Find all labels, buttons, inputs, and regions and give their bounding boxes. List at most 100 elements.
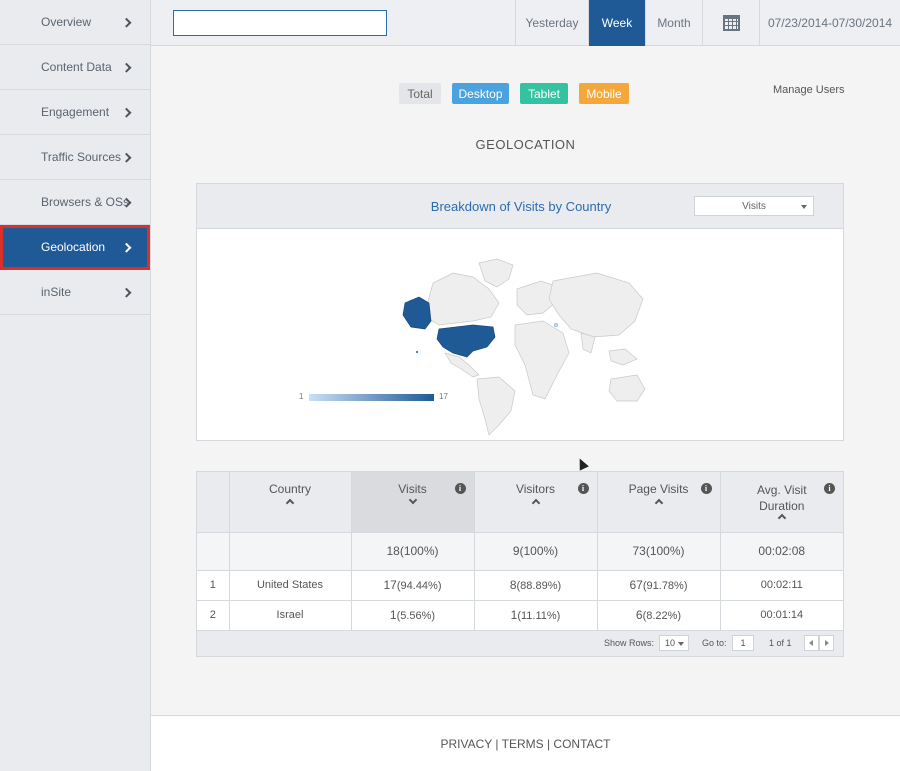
totals-country	[229, 532, 352, 571]
filter-desktop[interactable]: Desktop	[452, 83, 509, 104]
chevron-right-icon	[121, 107, 132, 118]
filter-label: Desktop	[458, 86, 503, 101]
period-month[interactable]: Month	[645, 0, 702, 46]
sidebar-item-browsers-oss[interactable]: Browsers & OSs	[0, 180, 150, 225]
date-range[interactable]: 07/23/2014-07/30/2014	[759, 0, 900, 46]
metric-select[interactable]: Visits	[694, 196, 814, 216]
period-week[interactable]: Week	[588, 0, 645, 46]
map-card: Breakdown of Visits by Country Visits 1 …	[196, 183, 844, 441]
chevron-right-icon	[121, 152, 132, 163]
header-label: Visits	[398, 482, 427, 496]
sidebar-item-overview[interactable]: Overview	[0, 0, 150, 45]
chevron-right-icon	[121, 287, 132, 298]
period-label: Week	[601, 16, 633, 30]
top-bar: Yesterday Week Month 07/23/2014-07/30/20…	[151, 0, 900, 46]
chevron-down-icon	[678, 641, 684, 646]
filter-total[interactable]: Total	[399, 83, 441, 104]
sidebar-item-label: Browsers & OSs	[41, 195, 130, 209]
sidebar-item-label: Overview	[41, 15, 92, 29]
calendar-button[interactable]	[702, 0, 759, 46]
sidebar-item-traffic-sources[interactable]: Traffic Sources	[0, 135, 150, 180]
map-region-mexico	[444, 352, 480, 378]
header-label: Page Visits	[628, 482, 689, 496]
world-map	[402, 258, 646, 436]
sort-down-icon[interactable]	[408, 495, 417, 505]
map-header: Breakdown of Visits by Country Visits	[197, 184, 843, 229]
totals-page-visits: 73(100%)	[597, 532, 721, 571]
header-visits[interactable]: Visits i	[351, 472, 475, 533]
info-icon[interactable]: i	[824, 483, 835, 494]
sidebar-item-engagement[interactable]: Engagement	[0, 90, 150, 135]
cell-percent: (11.11%)	[517, 610, 561, 622]
geolocation-table: Country Visits i Visitors i Page Visits …	[196, 471, 844, 657]
page-footer: PRIVACY | TERMS | CONTACT	[151, 715, 900, 771]
map-region-asia	[548, 272, 644, 338]
goto-value: 1	[740, 637, 746, 648]
sidebar-item-label: Geolocation	[41, 240, 106, 254]
map-region-australia	[608, 374, 646, 402]
filter-tablet[interactable]: Tablet	[520, 83, 568, 104]
show-rows-value: 10	[665, 637, 676, 648]
map-region-alaska	[402, 296, 432, 330]
row-page-visits: 67(91.78%)	[597, 570, 721, 601]
info-icon[interactable]: i	[454, 483, 466, 494]
cell-value: 8	[509, 578, 517, 592]
header-label: Avg. Visit Duration	[756, 483, 807, 513]
show-rows-select[interactable]: 10	[659, 634, 689, 651]
manage-users-link[interactable]: Manage Users	[773, 84, 845, 96]
legend-gradient	[309, 394, 434, 401]
show-rows-label: Show Rows:	[604, 637, 655, 648]
header-page-visits[interactable]: Page Visits i	[597, 472, 721, 533]
totals-avg-duration: 00:02:08	[720, 532, 843, 571]
sidebar: Overview Content Data Engagement Traffic…	[0, 0, 151, 771]
filter-label: Tablet	[527, 86, 561, 101]
info-icon[interactable]: i	[700, 483, 712, 494]
row-visitors: 1(11.11%)	[474, 600, 598, 631]
map-region-africa	[514, 320, 570, 400]
filter-mobile[interactable]: Mobile	[579, 83, 629, 104]
header-country[interactable]: Country	[229, 472, 352, 533]
table-row[interactable]: 2 Israel 1(5.56%) 1(11.11%) 6(8.22%) 00:…	[197, 600, 843, 631]
sort-up-icon[interactable]	[531, 498, 540, 508]
cell-value: 6	[635, 608, 643, 622]
cell-value: 67	[629, 578, 643, 592]
map-region-israel	[553, 322, 559, 328]
sidebar-item-insite[interactable]: inSite	[0, 270, 150, 315]
table-row[interactable]: 1 United States 17(94.44%) 8(88.89%) 67(…	[197, 570, 843, 601]
sidebar-item-content-data[interactable]: Content Data	[0, 45, 150, 90]
row-country: Israel	[229, 600, 352, 631]
totals-visitors: 9(100%)	[474, 532, 598, 571]
period-yesterday[interactable]: Yesterday	[515, 0, 588, 46]
chevron-right-icon	[121, 242, 132, 253]
header-visitors[interactable]: Visitors i	[474, 472, 598, 533]
footer-links[interactable]: PRIVACY | TERMS | CONTACT	[440, 737, 610, 751]
cell-percent: (8.22%)	[642, 610, 682, 622]
goto-input[interactable]: 1	[732, 634, 754, 651]
cell-value: 1	[389, 608, 397, 622]
prev-page-button[interactable]	[804, 634, 819, 651]
sort-up-icon[interactable]	[777, 513, 786, 523]
search-input[interactable]	[173, 10, 387, 36]
cell-percent: (94.44%)	[396, 580, 442, 592]
header-avg-duration[interactable]: Avg. Visit Duration i	[720, 472, 843, 533]
sidebar-item-geolocation[interactable]: Geolocation	[0, 225, 150, 270]
info-icon[interactable]: i	[577, 483, 589, 494]
page-info: 1 of 1	[769, 637, 792, 648]
sort-up-icon[interactable]	[654, 498, 663, 508]
map-region-southeast-asia	[608, 348, 638, 366]
sort-up-icon[interactable]	[285, 498, 295, 508]
chevron-right-icon	[121, 62, 132, 73]
chevron-right-icon	[121, 17, 132, 28]
header-label: Visitors	[515, 482, 556, 496]
calendar-icon	[722, 15, 740, 31]
chevron-down-icon	[801, 205, 807, 209]
goto-label: Go to:	[702, 637, 727, 648]
next-page-button[interactable]	[819, 634, 834, 651]
filter-label: Total	[407, 86, 433, 101]
page-title: GEOLOCATION	[475, 137, 576, 152]
row-country: United States	[229, 570, 352, 601]
header-index	[197, 472, 230, 533]
cell-value: 17	[383, 578, 397, 592]
row-avg-duration: 00:01:14	[720, 600, 843, 631]
row-visitors: 8(88.89%)	[474, 570, 598, 601]
